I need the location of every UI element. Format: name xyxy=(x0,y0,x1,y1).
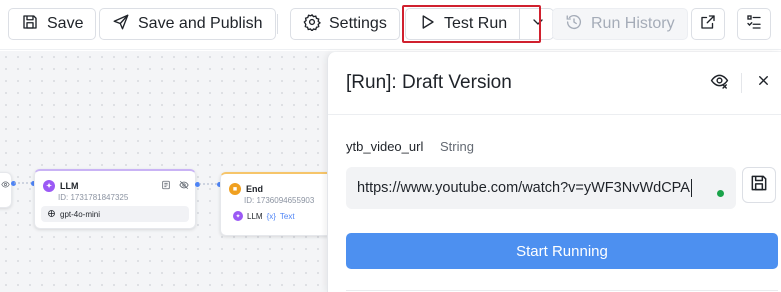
eye-off-icon[interactable] xyxy=(179,177,189,195)
run-panel: [Run]: Draft Version ytb_video_url Strin… xyxy=(327,52,781,292)
llm-node[interactable]: ✦ LLM ID: 1731781847325 gpt-4o-mini xyxy=(34,169,196,229)
status-dot xyxy=(717,190,724,197)
start-running-button[interactable]: Start Running xyxy=(346,233,778,269)
close-panel-button[interactable] xyxy=(752,72,774,94)
gear-icon xyxy=(303,13,321,36)
checklist-icon xyxy=(745,13,763,36)
text-caret xyxy=(690,179,692,197)
field-type: String xyxy=(440,139,474,154)
save-label: Save xyxy=(47,15,84,32)
field-label: ytb_video_url xyxy=(346,139,424,154)
node-header: ■ End xyxy=(221,174,339,195)
start-running-label: Start Running xyxy=(516,242,608,260)
settings-label: Settings xyxy=(329,15,387,32)
play-icon xyxy=(418,13,436,36)
run-history-button[interactable]: Run History xyxy=(552,8,688,40)
checklist-button[interactable] xyxy=(737,8,771,40)
eye-off-icon xyxy=(710,71,729,95)
settings-button[interactable]: Settings xyxy=(290,8,400,40)
workflow-node-partial[interactable] xyxy=(0,172,12,208)
panel-header-border xyxy=(328,114,781,115)
model-pill: gpt-4o-mini xyxy=(41,206,189,222)
external-link-icon xyxy=(699,13,717,36)
llm-badge-icon: ✦ xyxy=(43,180,55,192)
save-button[interactable]: Save xyxy=(8,8,97,40)
test-run-dropdown-button[interactable] xyxy=(522,9,553,39)
save-icon xyxy=(21,13,39,36)
llm-source-icon: ✦ xyxy=(233,211,243,221)
output-row: ✦ LLM {x} Text xyxy=(227,208,333,224)
output-variable: Text xyxy=(279,211,295,221)
note-icon[interactable] xyxy=(161,177,171,195)
openai-icon xyxy=(47,209,56,220)
node-id: ID: 1736094655903 xyxy=(244,196,315,205)
end-node[interactable]: ■ End ID: 1736094655903 ✦ LLM {x} Text xyxy=(220,172,340,236)
panel-title: [Run]: Draft Version xyxy=(346,72,512,93)
save-and-publish-button[interactable]: Save and Publish xyxy=(99,8,276,40)
node-toolbar xyxy=(161,177,189,195)
top-toolbar: Save Save and Publish Settings Test Run xyxy=(0,0,781,50)
toggle-visibility-button[interactable] xyxy=(708,72,730,94)
end-badge-icon: ■ xyxy=(229,183,241,195)
variable-icon: {x} xyxy=(266,211,276,221)
save-icon xyxy=(749,173,769,198)
save-input-button[interactable] xyxy=(742,167,776,203)
section-divider xyxy=(346,290,778,291)
test-run-button[interactable]: Test Run xyxy=(418,9,517,39)
node-title: LLM xyxy=(60,181,79,191)
close-icon xyxy=(756,73,771,93)
header-divider xyxy=(741,73,742,93)
node-title: End xyxy=(246,184,263,194)
test-run-split-button: Test Run xyxy=(405,8,555,40)
history-icon xyxy=(565,13,583,36)
toolbar-separator xyxy=(277,14,278,34)
save-and-publish-label: Save and Publish xyxy=(138,15,263,32)
send-icon xyxy=(112,13,130,36)
test-run-label: Test Run xyxy=(444,15,508,32)
ytb-video-url-input[interactable]: https://www.youtube.com/watch?v=yWF3NvWd… xyxy=(346,167,736,209)
input-value: https://www.youtube.com/watch?v=yWF3NvWd… xyxy=(357,180,690,196)
node-eye-icon xyxy=(1,176,10,194)
model-name: gpt-4o-mini xyxy=(60,209,101,219)
run-history-label: Run History xyxy=(591,15,675,32)
output-source: LLM xyxy=(247,211,263,221)
chevron-down-icon xyxy=(530,14,546,35)
split-divider xyxy=(519,8,521,40)
open-in-new-button[interactable] xyxy=(691,8,725,40)
